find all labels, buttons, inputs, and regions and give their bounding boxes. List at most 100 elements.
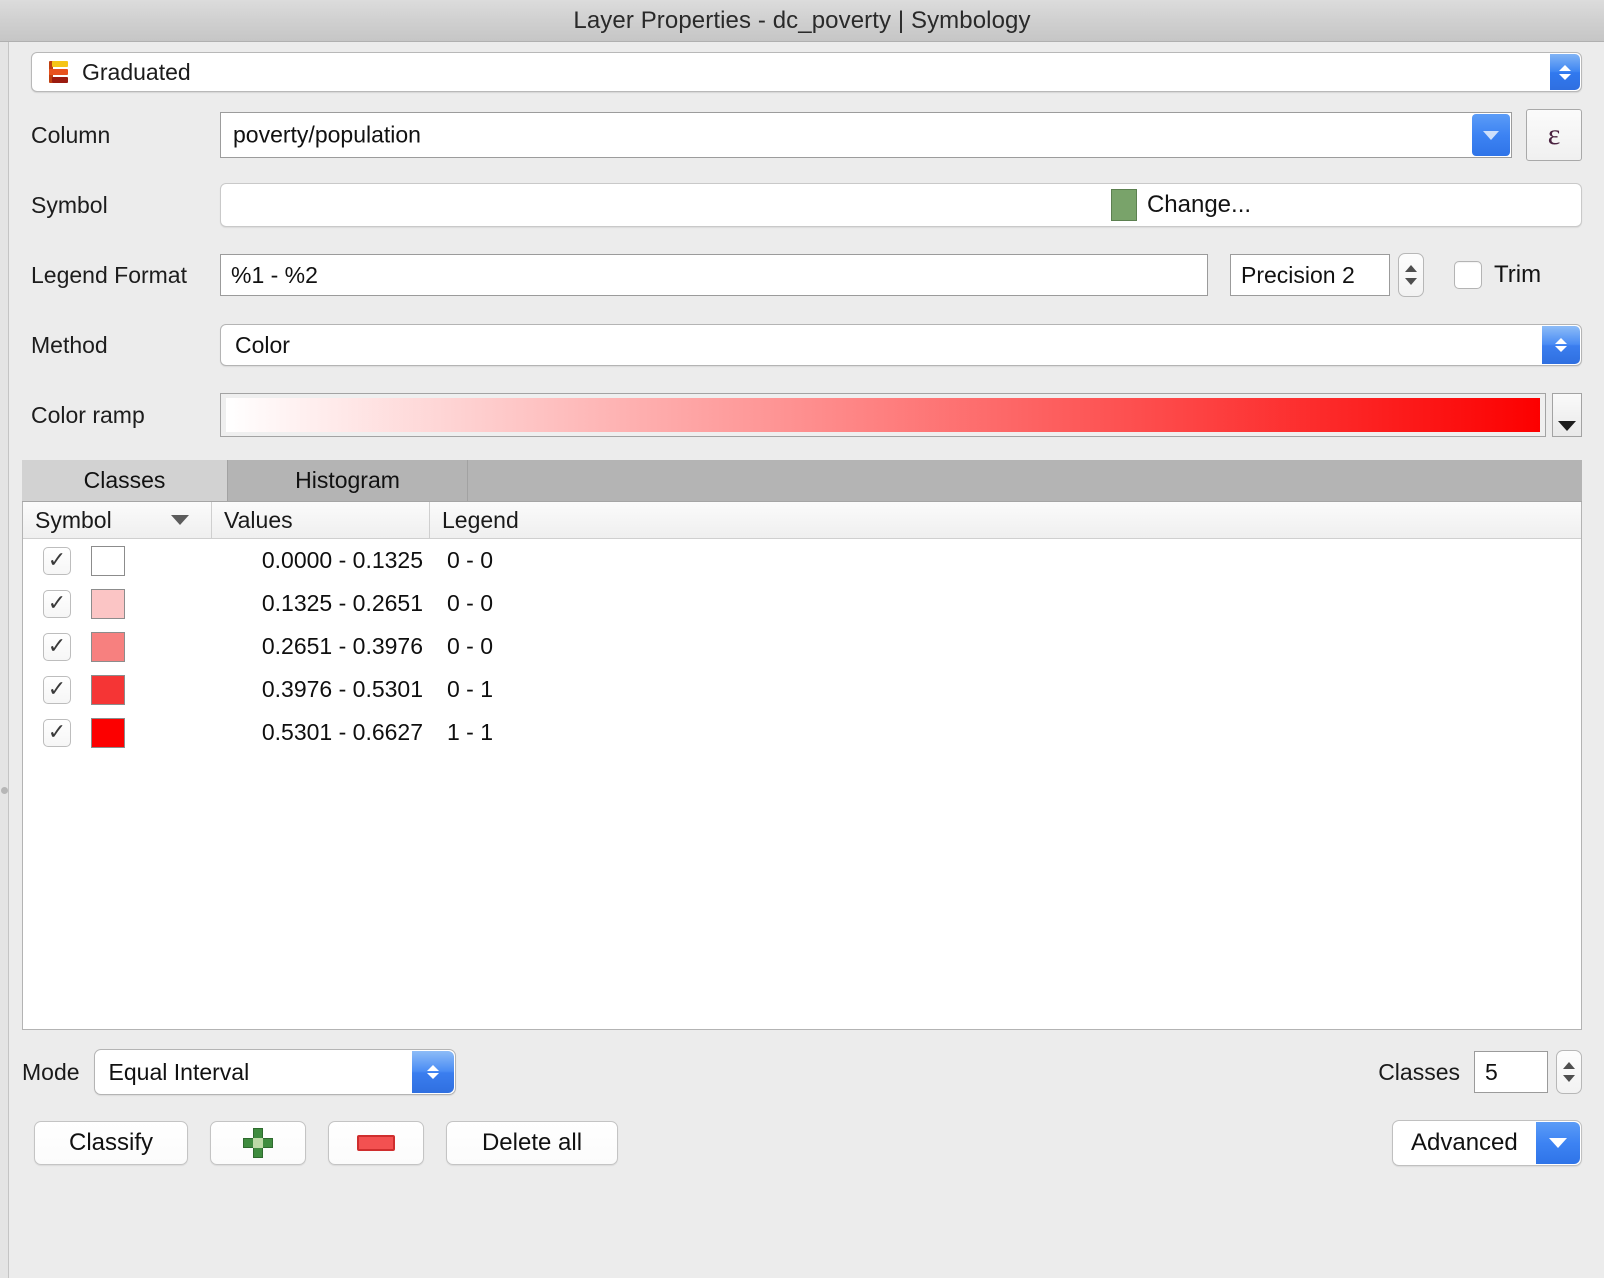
class-visibility-cell[interactable] — [23, 675, 91, 704]
column-header-values[interactable]: Values — [211, 502, 429, 538]
classes-table-header: Symbol Values Legend — [23, 502, 1581, 539]
expression-editor-button[interactable]: ε — [1526, 109, 1582, 161]
class-legend-cell[interactable]: 0 - 1 — [429, 676, 493, 703]
precision-stepper[interactable] — [1398, 253, 1424, 297]
stepper-down-icon[interactable] — [1563, 1075, 1575, 1082]
symbol-change-button[interactable]: Change... — [220, 183, 1582, 227]
column-row: Column poverty/population ε — [22, 109, 1582, 161]
remove-class-button[interactable] — [328, 1121, 424, 1165]
class-symbol-cell[interactable] — [91, 717, 211, 748]
class-legend-cell[interactable]: 1 - 1 — [429, 719, 493, 746]
color-ramp-dropdown-button[interactable] — [1552, 393, 1582, 437]
column-header-symbol-label: Symbol — [35, 506, 112, 533]
method-stepper-icon[interactable] — [1542, 326, 1580, 364]
precision-group: Precision 2 — [1230, 253, 1424, 297]
class-symbol-cell[interactable] — [91, 588, 211, 619]
column-header-values-label: Values — [224, 506, 293, 533]
class-visibility-cell[interactable] — [23, 632, 91, 661]
class-symbol-cell[interactable] — [91, 545, 211, 576]
class-values-cell[interactable]: 0.1325 - 0.2651 — [211, 590, 429, 617]
method-label: Method — [31, 331, 108, 358]
class-color-swatch[interactable] — [91, 545, 125, 576]
classes-count-group: Classes 5 — [1378, 1050, 1582, 1094]
tab-classes-label: Classes — [83, 467, 166, 493]
legend-format-input[interactable]: %1 - %2 — [220, 254, 1208, 296]
class-color-swatch[interactable] — [91, 631, 125, 662]
panel-splitter[interactable] — [0, 42, 9, 1278]
bottom-button-bar: Classify Delete all Advanced — [22, 1120, 1582, 1166]
column-value: poverty/population — [233, 121, 421, 148]
column-header-symbol[interactable]: Symbol — [23, 502, 211, 538]
class-symbol-cell[interactable] — [91, 631, 211, 662]
class-visible-checkbox[interactable] — [43, 675, 71, 704]
chevron-down-icon[interactable] — [1472, 114, 1510, 156]
class-legend-cell[interactable]: 0 - 0 — [429, 590, 493, 617]
classes-count-stepper[interactable] — [1556, 1050, 1582, 1094]
add-class-icon — [243, 1128, 273, 1158]
legend-format-label: Legend Format — [31, 261, 187, 288]
advanced-dropdown-button[interactable]: Advanced — [1392, 1120, 1582, 1166]
renderer-type-stepper-icon[interactable] — [1550, 54, 1580, 90]
classes-count-input[interactable]: 5 — [1474, 1051, 1548, 1093]
mode-row: Mode Equal Interval Classes 5 — [22, 1048, 1582, 1096]
class-symbol-cell[interactable] — [91, 674, 211, 705]
color-ramp-row: Color ramp — [22, 390, 1582, 440]
trim-checkbox[interactable] — [1454, 261, 1482, 289]
mode-value: Equal Interval — [108, 1058, 250, 1085]
triangle-down-icon — [1558, 421, 1576, 431]
class-visibility-cell[interactable] — [23, 546, 91, 575]
sort-descending-icon[interactable] — [171, 515, 189, 525]
tab-histogram[interactable]: Histogram — [228, 460, 468, 501]
class-values-cell[interactable]: 0.0000 - 0.1325 — [211, 547, 429, 574]
table-row[interactable]: 0.0000 - 0.13250 - 0 — [23, 539, 1581, 582]
symbol-label: Symbol — [31, 191, 108, 218]
method-combobox[interactable]: Color — [220, 324, 1582, 366]
mode-stepper-icon[interactable] — [411, 1051, 454, 1093]
mode-combobox[interactable]: Equal Interval — [93, 1049, 456, 1095]
symbol-color-swatch — [1110, 189, 1137, 221]
delete-all-button[interactable]: Delete all — [446, 1121, 618, 1165]
class-visible-checkbox[interactable] — [43, 632, 71, 661]
color-ramp-label: Color ramp — [31, 401, 145, 428]
class-visibility-cell[interactable] — [23, 718, 91, 747]
class-values-cell[interactable]: 0.5301 - 0.6627 — [211, 719, 429, 746]
column-header-legend[interactable]: Legend — [429, 502, 519, 538]
stepper-up-icon[interactable] — [1405, 265, 1417, 272]
class-color-swatch[interactable] — [91, 717, 125, 748]
class-values-cell[interactable]: 0.2651 - 0.3976 — [211, 633, 429, 660]
tabbar-filler — [468, 460, 1582, 501]
class-visible-checkbox[interactable] — [43, 589, 71, 618]
stepper-down-icon[interactable] — [1405, 278, 1417, 285]
class-values-cell[interactable]: 0.3976 - 0.5301 — [211, 676, 429, 703]
class-visible-checkbox[interactable] — [43, 546, 71, 575]
precision-input[interactable]: Precision 2 — [1230, 254, 1390, 296]
classes-count-label: Classes — [1378, 1058, 1460, 1085]
mode-label: Mode — [22, 1058, 80, 1085]
table-row[interactable]: 0.1325 - 0.26510 - 0 — [23, 582, 1581, 625]
class-visible-checkbox[interactable] — [43, 718, 71, 747]
symbology-form: Column poverty/population ε Symbol Chang… — [0, 92, 1604, 440]
splitter-grip-icon[interactable] — [1, 787, 8, 794]
class-visibility-cell[interactable] — [23, 589, 91, 618]
column-combobox[interactable]: poverty/population — [220, 112, 1512, 158]
stepper-up-icon[interactable] — [1563, 1062, 1575, 1069]
trim-group[interactable]: Trim — [1454, 261, 1541, 289]
table-row[interactable]: 0.3976 - 0.53010 - 1 — [23, 668, 1581, 711]
class-color-swatch[interactable] — [91, 588, 125, 619]
class-legend-cell[interactable]: 0 - 0 — [429, 633, 493, 660]
renderer-type-combobox[interactable]: Graduated — [31, 52, 1582, 92]
classify-button[interactable]: Classify — [34, 1121, 188, 1165]
table-row[interactable]: 0.2651 - 0.39760 - 0 — [23, 625, 1581, 668]
classify-button-label: Classify — [68, 1129, 153, 1156]
color-ramp-preview[interactable] — [220, 393, 1546, 437]
method-value: Color — [235, 331, 290, 358]
class-legend-cell[interactable]: 0 - 0 — [429, 547, 493, 574]
renderer-type-value: Graduated — [82, 58, 191, 85]
add-class-button[interactable] — [210, 1121, 306, 1165]
method-row: Method Color — [22, 320, 1582, 370]
tab-classes[interactable]: Classes — [22, 460, 228, 501]
class-color-swatch[interactable] — [91, 674, 125, 705]
color-ramp-gradient — [226, 398, 1540, 432]
chevron-down-icon[interactable] — [1536, 1122, 1580, 1164]
table-row[interactable]: 0.5301 - 0.66271 - 1 — [23, 711, 1581, 754]
